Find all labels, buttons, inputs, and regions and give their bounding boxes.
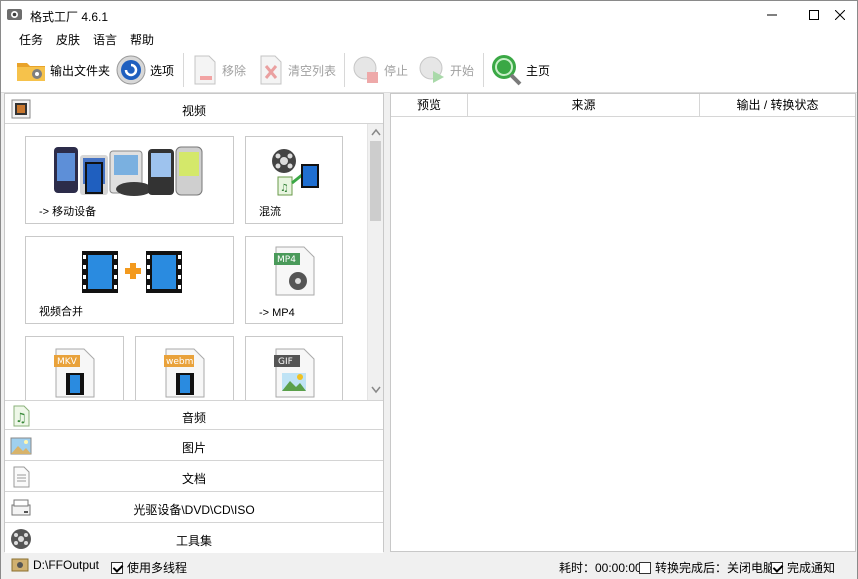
elapsed-time: 耗时：00:00:00 bbox=[559, 559, 642, 576]
start-button[interactable]: 开始 bbox=[417, 53, 474, 87]
column-output-status[interactable]: 输出 / 转换状态 bbox=[700, 94, 855, 117]
toolbar-divider bbox=[483, 53, 484, 87]
stop-label: 停止 bbox=[384, 63, 409, 78]
toolbar-divider bbox=[183, 53, 184, 87]
tile-mobile-device[interactable]: -> 移动设备 bbox=[25, 136, 234, 224]
elapsed-time-label: 耗时：00:00:00 bbox=[559, 561, 642, 575]
notify-label: 完成通知 bbox=[787, 561, 836, 575]
remove-file-icon bbox=[194, 55, 216, 85]
tile-video-merge[interactable]: 视频合并 bbox=[25, 236, 234, 324]
tile-to-webm[interactable]: webm bbox=[135, 336, 234, 400]
scroll-thumb[interactable] bbox=[370, 141, 381, 221]
folder-path-icon bbox=[11, 558, 29, 572]
tile-to-mp4-label: -> MP4 bbox=[259, 307, 295, 319]
close-button[interactable] bbox=[823, 1, 857, 29]
video-merge-icon bbox=[82, 251, 182, 293]
svg-text:♫: ♫ bbox=[280, 183, 289, 194]
mobile-devices-icon bbox=[54, 146, 203, 196]
webm-file-icon: webm bbox=[164, 348, 205, 398]
minimize-button[interactable] bbox=[755, 1, 789, 29]
mkv-file-icon: MKV bbox=[54, 348, 95, 398]
scroll-down-icon[interactable] bbox=[371, 386, 381, 394]
mkv-badge: MKV bbox=[57, 357, 78, 367]
tile-mux-label: 混流 bbox=[259, 206, 281, 218]
stop-button[interactable]: 停止 bbox=[351, 53, 408, 87]
home-button[interactable]: 主页 bbox=[489, 53, 550, 87]
mux-film-music-icon: ♫ bbox=[272, 149, 319, 196]
category-disc-label: 光驱设备\DVD\CD\ISO bbox=[133, 503, 255, 517]
window-title: 格式工厂 4.6.1 bbox=[30, 10, 109, 24]
tile-to-mp4[interactable]: MP4 -> MP4 bbox=[245, 236, 343, 324]
menu-skin[interactable]: 皮肤 bbox=[56, 31, 80, 48]
app-window: 格式工厂 4.6.1 任务 皮肤 语言 帮助 输出文件夹 选项 移除 清空列表 … bbox=[0, 0, 858, 579]
home-label: 主页 bbox=[526, 63, 551, 78]
start-icon bbox=[419, 56, 444, 83]
category-document[interactable]: 文档 bbox=[5, 462, 383, 492]
multithread-checkbox[interactable] bbox=[111, 561, 123, 574]
options-label: 选项 bbox=[150, 63, 175, 78]
menu-help[interactable]: 帮助 bbox=[130, 31, 154, 48]
gif-file-icon: GIF bbox=[274, 348, 315, 398]
video-tools-grid: -> 移动设备 ♫ 混流 视频合并 MP4 -> MP4 MKV webm GI… bbox=[5, 124, 367, 400]
home-globe-icon bbox=[492, 55, 522, 86]
multithread-option[interactable]: 使用多线程 bbox=[111, 559, 187, 576]
tile-mux[interactable]: ♫ 混流 bbox=[245, 136, 343, 224]
mp4-badge: MP4 bbox=[277, 255, 296, 265]
scroll-up-icon[interactable] bbox=[371, 128, 381, 136]
toolbar-divider bbox=[344, 53, 345, 87]
category-tools-label: 工具集 bbox=[175, 534, 212, 548]
minimize-icon bbox=[767, 14, 777, 16]
stop-icon bbox=[353, 56, 378, 83]
after-convert-option[interactable]: 转换完成后：关闭电脑 bbox=[639, 559, 775, 576]
clear-list-label: 清空列表 bbox=[288, 63, 337, 78]
gif-badge: GIF bbox=[278, 357, 293, 367]
multithread-label: 使用多线程 bbox=[127, 561, 188, 575]
remove-button[interactable]: 移除 bbox=[191, 53, 246, 87]
output-folder-label: 输出文件夹 bbox=[50, 63, 111, 78]
category-video-label: 视频 bbox=[181, 104, 206, 118]
category-document-label: 文档 bbox=[181, 472, 206, 486]
output-folder-button[interactable]: 输出文件夹 bbox=[15, 53, 110, 87]
tile-mobile-device-label: -> 移动设备 bbox=[39, 206, 97, 218]
notify-checkbox[interactable] bbox=[771, 561, 783, 574]
column-preview[interactable]: 预览 bbox=[391, 94, 468, 117]
after-convert-label: 转换完成后：关闭电脑 bbox=[655, 561, 776, 575]
task-list: 预览 来源 输出 / 转换状态 bbox=[390, 93, 856, 552]
menu-task[interactable]: 任务 bbox=[19, 31, 43, 48]
category-panel: 视频 -> 移动设备 ♫ 混流 视频合并 MP4 -> MP4 MKV webm… bbox=[4, 93, 384, 554]
notify-option[interactable]: 完成通知 bbox=[771, 559, 835, 576]
menu-bar: 任务 皮肤 语言 帮助 bbox=[1, 29, 857, 47]
after-convert-checkbox[interactable] bbox=[639, 561, 651, 574]
toolbar: 输出文件夹 选项 移除 清空列表 停止 开始 主页 bbox=[1, 47, 857, 93]
mp4-file-icon: MP4 bbox=[274, 246, 315, 296]
video-scrollbar[interactable] bbox=[367, 124, 383, 400]
tile-to-mkv[interactable]: MKV bbox=[25, 336, 124, 400]
clear-list-icon bbox=[260, 55, 282, 85]
tile-to-gif[interactable]: GIF bbox=[245, 336, 343, 400]
category-image[interactable]: 图片 bbox=[5, 431, 383, 461]
category-video[interactable]: 视频 bbox=[5, 94, 383, 124]
clear-list-button[interactable]: 清空列表 bbox=[257, 53, 336, 87]
category-tools[interactable]: 工具集 bbox=[5, 524, 383, 554]
webm-badge: webm bbox=[166, 357, 193, 367]
category-image-label: 图片 bbox=[181, 441, 206, 455]
output-path-label: D:\FFOutput bbox=[33, 558, 100, 572]
column-source[interactable]: 来源 bbox=[468, 94, 700, 117]
start-label: 开始 bbox=[450, 63, 475, 78]
output-path[interactable]: D:\FFOutput bbox=[11, 557, 99, 573]
maximize-icon bbox=[809, 10, 819, 20]
menu-language[interactable]: 语言 bbox=[93, 31, 117, 48]
folder-icon bbox=[17, 63, 45, 81]
settings-gear-icon bbox=[116, 55, 146, 85]
remove-label: 移除 bbox=[222, 63, 247, 78]
status-bar: D:\FFOutput 使用多线程 耗时：00:00:00 转换完成后：关闭电脑… bbox=[1, 553, 857, 579]
app-logo-icon bbox=[7, 9, 22, 20]
category-disc[interactable]: 光驱设备\DVD\CD\ISO bbox=[5, 493, 383, 523]
options-button[interactable]: 选项 bbox=[115, 53, 174, 87]
close-icon bbox=[835, 10, 845, 20]
category-audio[interactable]: ♫ 音频 bbox=[5, 400, 383, 430]
tile-video-merge-label: 视频合并 bbox=[39, 306, 83, 318]
title-bar: 格式工厂 4.6.1 bbox=[1, 1, 857, 29]
category-audio-label: 音频 bbox=[181, 411, 206, 425]
